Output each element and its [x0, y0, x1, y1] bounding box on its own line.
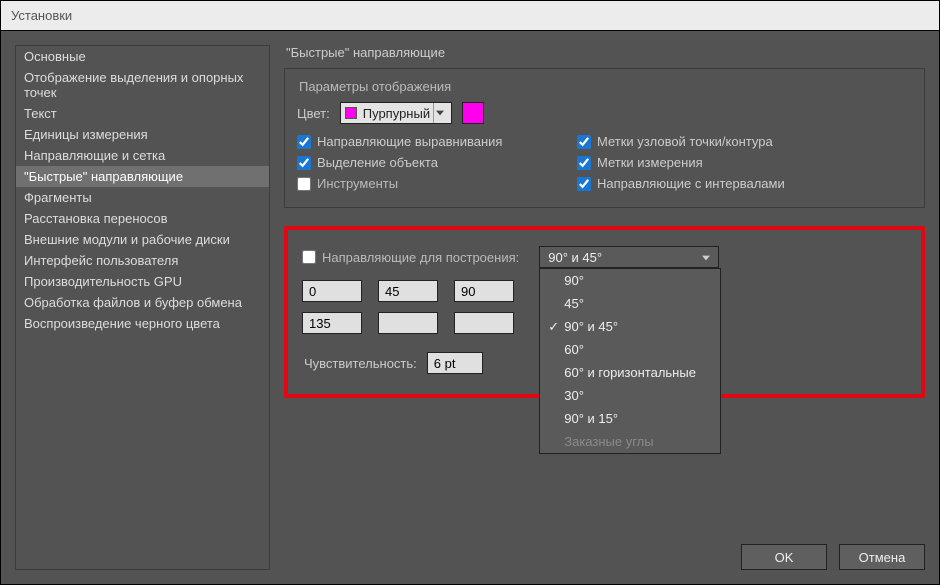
checkbox-input[interactable] [297, 156, 311, 170]
angle-input-2[interactable] [454, 280, 514, 302]
color-row: Цвет: Пурпурный [297, 102, 912, 124]
preferences-window: Установки ОсновныеОтображение выделения … [0, 0, 940, 585]
checkbox-label: Метки узловой точки/контура [597, 134, 773, 149]
dropdown-option[interactable]: 30° [540, 384, 720, 407]
dropdown-option[interactable]: 60° [540, 338, 720, 361]
dropdown-option[interactable]: 90° [540, 269, 720, 292]
checkbox-item[interactable]: Инструменты [297, 176, 577, 191]
sidebar-item[interactable]: Обработка файлов и буфер обмена [16, 292, 269, 313]
dialog-footer: OK Отмена [741, 544, 925, 570]
dropdown-option: Заказные углы [540, 430, 720, 453]
angle-preset-dropdown: 90°45°90° и 45°60°60° и горизонтальные30… [539, 268, 721, 454]
sensitivity-input[interactable] [427, 352, 483, 374]
color-select-value: Пурпурный [363, 106, 433, 121]
checkbox-item[interactable]: Выделение объекта [297, 155, 577, 170]
checkbox-item[interactable]: Направляющие выравнивания [297, 134, 577, 149]
sidebar-item[interactable]: Фрагменты [16, 187, 269, 208]
window-title: Установки [11, 8, 72, 23]
sidebar-item[interactable]: Основные [16, 46, 269, 67]
sidebar-item[interactable]: Расстановка переносов [16, 208, 269, 229]
checkbox-input[interactable] [297, 177, 311, 191]
construction-guides-label: Направляющие для построения: [322, 250, 519, 265]
checkbox-label: Инструменты [317, 176, 398, 191]
checkbox-input[interactable] [577, 177, 591, 191]
dropdown-option[interactable]: 90° и 15° [540, 407, 720, 430]
angle-input-5[interactable] [454, 312, 514, 334]
angle-preset-select[interactable]: 90° и 45° 90°45°90° и 45°60°60° и горизо… [539, 246, 719, 268]
checkbox-item[interactable]: Метки узловой точки/контура [577, 134, 857, 149]
checkbox-label: Направляющие выравнивания [317, 134, 502, 149]
sidebar-item[interactable]: Внешние модули и рабочие диски [16, 229, 269, 250]
cancel-button[interactable]: Отмена [839, 544, 925, 570]
sidebar-item[interactable]: "Быстрые" направляющие [16, 166, 269, 187]
color-select[interactable]: Пурпурный [340, 102, 452, 124]
sidebar-item[interactable]: Воспроизведение черного цвета [16, 313, 269, 334]
chevron-down-icon [433, 103, 447, 123]
dropdown-option[interactable]: 90° и 45° [540, 315, 720, 338]
titlebar: Установки [1, 1, 939, 31]
checkbox-grid: Направляющие выравнивания Метки узловой т… [297, 134, 912, 191]
sidebar-item[interactable]: Направляющие и сетка [16, 145, 269, 166]
ok-button[interactable]: OK [741, 544, 827, 570]
dropdown-option[interactable]: 45° [540, 292, 720, 315]
checkbox-item[interactable]: Направляющие с интервалами [577, 176, 857, 191]
angle-input-1[interactable] [378, 280, 438, 302]
dialog-body: ОсновныеОтображение выделения и опорных … [1, 31, 939, 584]
page-title: "Быстрые" направляющие [284, 45, 925, 68]
chevron-down-icon [702, 250, 710, 265]
angle-input-4[interactable] [378, 312, 438, 334]
construction-row: Направляющие для построения: 90° и 45° 9… [302, 246, 907, 268]
display-params-fieldset: Параметры отображения Цвет: Пурпурный На… [284, 68, 925, 208]
sidebar-item[interactable]: Отображение выделения и опорных точек [16, 67, 269, 103]
sidebar-item[interactable]: Текст [16, 103, 269, 124]
checkbox-input[interactable] [577, 135, 591, 149]
angle-preset-value: 90° и 45° [548, 250, 602, 265]
dropdown-option[interactable]: 60° и горизонтальные [540, 361, 720, 384]
angle-input-3[interactable] [302, 312, 362, 334]
checkbox-label: Направляющие с интервалами [597, 176, 785, 191]
content-panel: "Быстрые" направляющие Параметры отображ… [284, 45, 925, 570]
construction-guides-section: Направляющие для построения: 90° и 45° 9… [284, 226, 925, 398]
sidebar-item[interactable]: Производительность GPU [16, 271, 269, 292]
sidebar-item[interactable]: Единицы измерения [16, 124, 269, 145]
checkbox-item[interactable]: Метки измерения [577, 155, 857, 170]
color-chip-icon [345, 107, 357, 119]
sidebar: ОсновныеОтображение выделения и опорных … [15, 45, 270, 570]
checkbox-input[interactable] [302, 250, 316, 264]
checkbox-label: Выделение объекта [317, 155, 438, 170]
sidebar-item[interactable]: Интерфейс пользователя [16, 250, 269, 271]
checkbox-label: Метки измерения [597, 155, 703, 170]
color-swatch[interactable] [462, 102, 484, 124]
angle-input-0[interactable] [302, 280, 362, 302]
construction-guides-checkbox[interactable]: Направляющие для построения: [302, 250, 519, 265]
color-label: Цвет: [297, 106, 330, 121]
sensitivity-label: Чувствительность: [304, 356, 417, 371]
checkbox-input[interactable] [577, 156, 591, 170]
fieldset-legend: Параметры отображения [297, 79, 912, 94]
checkbox-input[interactable] [297, 135, 311, 149]
